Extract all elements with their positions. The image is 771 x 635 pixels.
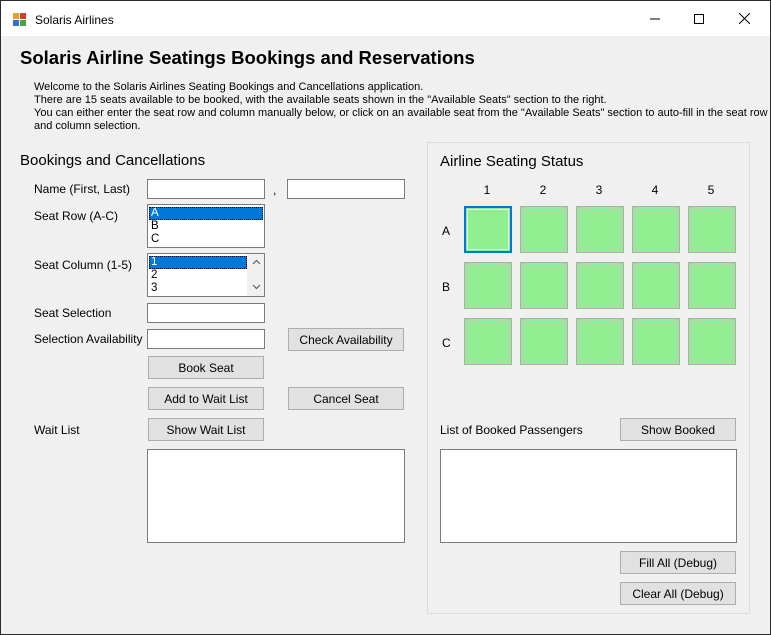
seat-a1[interactable] <box>464 206 512 253</box>
seat-a3[interactable] <box>576 206 624 253</box>
first-name-input[interactable] <box>147 179 265 199</box>
book-seat-button[interactable]: Book Seat <box>148 356 264 379</box>
intro-line-3: You can either enter the seat row and co… <box>34 107 768 119</box>
bookings-section-title: Bookings and Cancellations <box>20 152 206 169</box>
seat-c4[interactable] <box>632 318 680 365</box>
seating-section-title: Airline Seating Status <box>440 153 584 170</box>
cancel-seat-button[interactable]: Cancel Seat <box>288 387 404 410</box>
seat-c5[interactable] <box>688 318 736 365</box>
column-header: 1 <box>483 183 491 197</box>
column-scrollbar[interactable] <box>247 254 264 296</box>
column-header: 2 <box>539 183 547 197</box>
close-button[interactable] <box>721 1 767 36</box>
list-item[interactable]: A <box>149 207 263 220</box>
clear-all-debug-button[interactable]: Clear All (Debug) <box>620 582 736 605</box>
list-item[interactable]: 1 <box>149 256 247 269</box>
intro-line-1: Welcome to the Solaris Airlines Seating … <box>34 81 424 93</box>
seat-c2[interactable] <box>520 318 568 365</box>
seat-selection-label: Seat Selection <box>34 306 112 320</box>
window-title: Solaris Airlines <box>35 13 114 27</box>
seat-a5[interactable] <box>688 206 736 253</box>
seat-column-listbox[interactable]: 1 2 3 <box>147 253 265 297</box>
row-header: B <box>442 280 451 294</box>
seat-a4[interactable] <box>632 206 680 253</box>
seat-b4[interactable] <box>632 262 680 309</box>
list-item[interactable]: C <box>149 233 263 246</box>
seat-c3[interactable] <box>576 318 624 365</box>
show-wait-list-button[interactable]: Show Wait List <box>148 418 264 441</box>
name-separator: , <box>273 183 277 197</box>
intro-line-4: and column selection. <box>34 120 141 132</box>
list-item[interactable]: 3 <box>149 282 247 295</box>
name-label: Name (First, Last) <box>34 182 131 196</box>
seat-b1[interactable] <box>464 262 512 309</box>
column-header: 3 <box>595 183 603 197</box>
last-name-input[interactable] <box>287 179 405 199</box>
wait-list-label: Wait List <box>34 423 80 437</box>
seat-c1[interactable] <box>464 318 512 365</box>
seat-column-label: Seat Column (1-5) <box>34 258 133 272</box>
minimize-button[interactable] <box>632 1 678 36</box>
row-header: A <box>442 224 451 238</box>
scroll-arrows-icon <box>252 259 261 290</box>
seat-row-listbox[interactable]: A B C <box>147 204 265 248</box>
seat-row-label: Seat Row (A-C) <box>34 209 119 223</box>
selection-availability-input[interactable] <box>147 329 265 349</box>
booked-passengers-label: List of Booked Passengers <box>440 423 583 437</box>
title-bar[interactable]: Solaris Airlines <box>1 1 770 36</box>
add-to-wait-list-button[interactable]: Add to Wait List <box>148 387 264 410</box>
app-window: Solaris Airlines Solaris Airline Seating… <box>0 0 771 635</box>
fill-all-debug-button[interactable]: Fill All (Debug) <box>620 551 736 574</box>
seat-b2[interactable] <box>520 262 568 309</box>
app-icon <box>13 13 26 26</box>
row-header: C <box>442 336 451 350</box>
seat-selection-input[interactable] <box>147 303 265 323</box>
close-icon <box>738 13 750 24</box>
check-availability-button[interactable]: Check Availability <box>288 328 404 351</box>
seat-a2[interactable] <box>520 206 568 253</box>
column-header: 4 <box>651 183 659 197</box>
intro-line-2: There are 15 seats available to be booke… <box>34 94 607 106</box>
page-heading: Solaris Airline Seatings Bookings and Re… <box>20 47 475 68</box>
maximize-icon <box>694 13 704 24</box>
minimize-icon <box>650 18 660 19</box>
maximize-button[interactable] <box>676 1 722 36</box>
selection-availability-label: Selection Availability <box>34 332 143 346</box>
seat-b5[interactable] <box>688 262 736 309</box>
list-item[interactable]: B <box>149 220 263 233</box>
booked-passengers-list[interactable] <box>440 449 737 543</box>
show-booked-button[interactable]: Show Booked <box>620 418 736 441</box>
column-header: 5 <box>707 183 715 197</box>
list-item[interactable]: 2 <box>149 269 247 282</box>
seat-b3[interactable] <box>576 262 624 309</box>
wait-list-box[interactable] <box>147 449 405 543</box>
